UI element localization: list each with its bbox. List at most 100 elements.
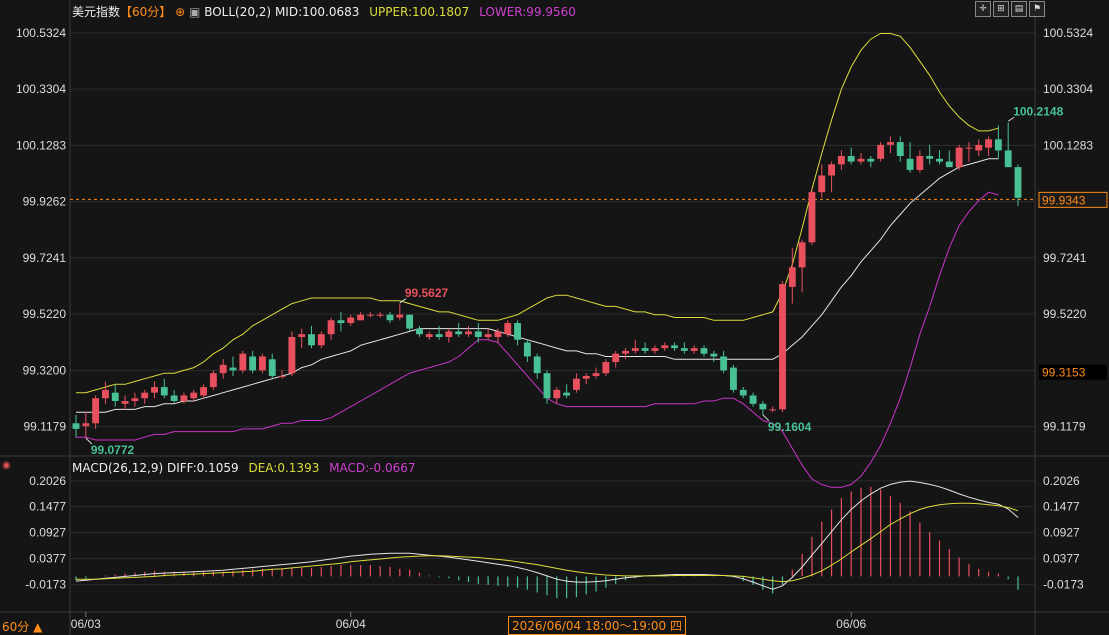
candle-body [837,156,845,165]
macd-tick-right: 0.0927 [1043,526,1080,540]
macd-tick-left: 0.0377 [29,552,66,566]
macd-dea-label: DEA:0.1393 [248,461,320,475]
macd-tick-right: 0.2026 [1043,474,1080,488]
candle-body [887,142,894,145]
grid [0,0,1109,635]
macd-header: MACD(26,12,9) DIFF:0.1059 DEA:0.1393 MAC… [72,461,416,475]
candle-body [190,392,198,399]
candle-body [523,342,531,357]
price-tick-right: 100.5324 [1043,26,1093,40]
macd-title: MACD(26,12,9) [72,461,164,475]
macd-diff-label: DIFF:0.1059 [166,461,239,475]
candle-body [484,334,492,337]
candle-body [298,334,306,337]
macd-lines [75,480,1019,590]
candle-body [327,320,335,335]
candle-body [631,348,639,351]
expand-icon[interactable]: ⊞ [993,1,1009,17]
candle-body [985,139,992,148]
upper-label: UPPER:100.1807 [369,5,470,19]
boll-label: BOLL(20,2) [204,5,272,19]
macd-tick-left: 0.2026 [29,474,66,488]
candle-body [612,353,620,363]
candle-body [661,345,669,349]
record-icon[interactable]: ◉ [2,460,11,471]
settings-icon[interactable]: ⊕ [175,5,185,19]
candle-body [308,334,315,346]
macd-tick-left: 0.1477 [29,500,66,514]
candle-body [759,403,767,410]
data-window-icon[interactable]: ▤ [1011,1,1027,17]
time-tick-label: 06/04 [336,617,366,631]
candle-body [877,144,885,159]
candle-body [445,331,453,337]
candle-body [916,156,924,170]
candle-body [278,375,286,377]
candle-body [965,147,973,149]
candle-body [563,392,571,396]
candle-body [533,356,541,374]
price-tick-left: 99.9262 [23,195,67,209]
candle-body [730,367,737,390]
symbol-name: 美元指数 [72,5,121,19]
candle-body [936,158,943,162]
boll-upper-line [76,33,999,394]
candle-body [955,147,963,168]
macd-value-label: MACD:-0.0667 [329,461,416,475]
candle-body [573,378,580,390]
candle-body [1014,167,1022,198]
candle-body [828,164,835,176]
candle-body [465,331,472,335]
macd-histogram [75,486,1019,599]
current-price-value: 99.9343 [1042,193,1086,207]
candle-body [592,373,600,376]
price-tick-right: 99.7241 [1043,251,1087,265]
candle-body [347,317,355,324]
chart-toolbar: ✛ ⊞ ▤ ⚑ [975,1,1045,17]
candle-body [170,395,178,402]
candle-body [229,367,237,371]
candle-body [867,158,875,162]
candle-body [209,373,217,388]
image-icon: ▣ [189,5,201,19]
mid-label: MID:100.0683 [274,5,360,19]
candle-body [857,158,865,162]
candle-body [671,345,678,349]
candle-body [514,323,521,340]
candle-body [259,356,266,371]
boll-lower-line [76,191,999,488]
candle-body [92,398,100,424]
candle-body [396,314,404,318]
candle-body [151,387,158,393]
chart-svg: 100.5324 100.5324 100.3304 100.3304 100.1283… [0,0,1109,635]
price-tick-right: 100.3304 [1043,82,1093,96]
candle-body [779,284,786,410]
candle-body [896,142,904,156]
price-axis: 100.5324 100.5324 100.3304 100.3304 100.1283… [16,26,1108,434]
candle-body [651,348,659,351]
price-tick-right: 99.1179 [1043,420,1086,434]
candle-body [700,348,708,354]
macd-tick-right: 0.1477 [1043,500,1080,514]
crosshair-icon[interactable]: ✛ [975,1,991,17]
flag-icon[interactable]: ⚑ [1029,1,1045,17]
candle-body [435,334,443,337]
candle-body [268,359,276,376]
candle-body [249,356,257,371]
candle-body [376,314,384,316]
price-tick-left: 99.7241 [23,251,67,265]
candle-body [474,331,482,337]
prev-price-value: 99.3153 [1042,366,1086,380]
candles [72,122,1022,438]
dea-line [76,502,1019,583]
candle-body [975,144,983,151]
candle-body [1004,150,1012,168]
candle-body [769,409,777,411]
candle-body [641,348,649,351]
candle-body [357,314,364,321]
candle-body [386,314,394,321]
period-button[interactable]: 60分 ▲ [2,618,42,635]
candle-body [818,175,826,193]
candle-body [504,323,512,335]
candle-body [455,331,463,335]
